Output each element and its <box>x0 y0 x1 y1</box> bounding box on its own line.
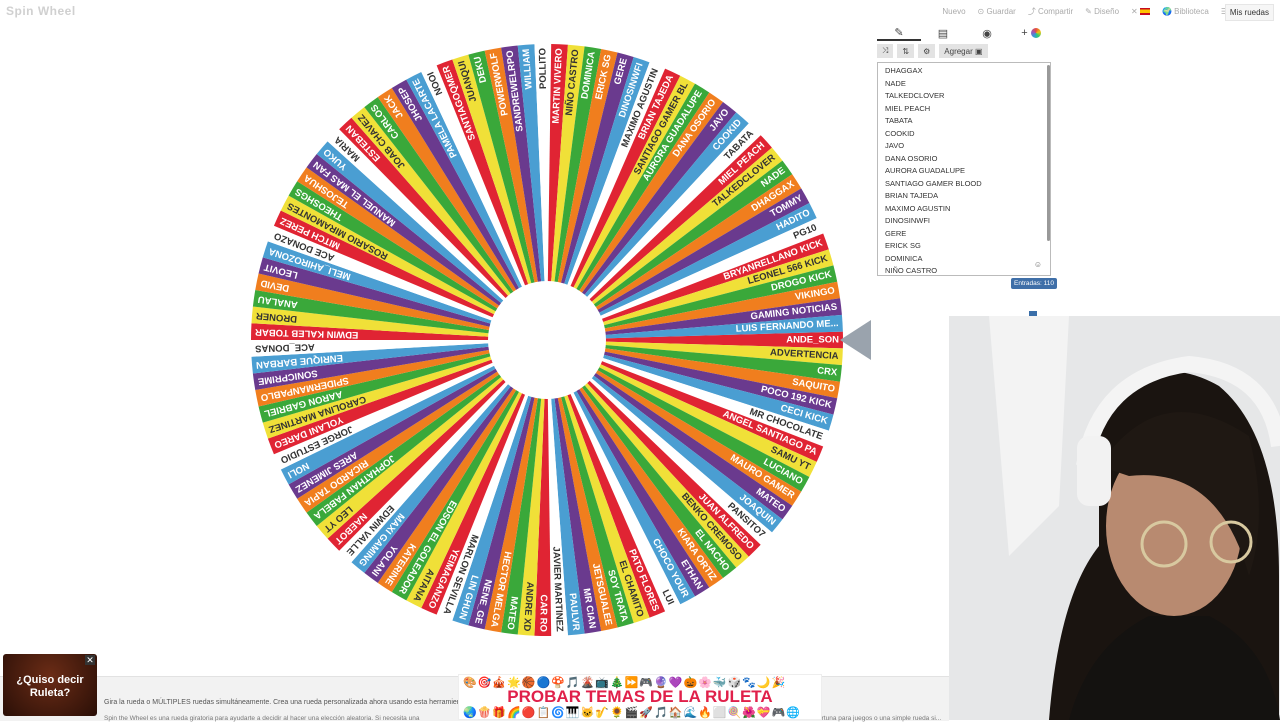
entry-item[interactable]: ERICK SG <box>885 240 1050 253</box>
promo-title: PROBAR TEMAS DE LA RULETA <box>507 687 773 706</box>
footer-line-1: Gira la rueda o MÚLTIPLES ruedas simultá… <box>104 699 467 706</box>
entries-textarea[interactable]: DHAGGAX NADE TALKEDCLOVER MIEL PEACH TABATA C… <box>877 62 1051 276</box>
streamer-webcam-image <box>949 316 1280 720</box>
entry-item[interactable]: NIÑO CASTRO <box>885 265 1050 275</box>
nav-new[interactable]: Nuevo <box>942 7 965 16</box>
my-wheels-button[interactable]: Mis ruedas <box>1224 4 1274 21</box>
wheel-slice-label: CRX <box>817 365 839 378</box>
language-selector[interactable]: ✕ <box>1131 7 1150 16</box>
entry-item[interactable]: JAVO <box>885 140 1050 153</box>
wheel-pointer <box>840 320 871 360</box>
entry-item[interactable]: MAXIMO AGUSTIN <box>885 203 1050 216</box>
color-wheel-icon <box>1030 28 1041 39</box>
nav-library-label: Biblioteca <box>1174 7 1209 16</box>
entry-item[interactable]: TABATA <box>885 115 1050 128</box>
entries-toolbar: ⤨ ⇅ ⚙ Agregar ▣ <box>877 44 1053 58</box>
entry-item[interactable]: NADE <box>885 78 1050 91</box>
nav-library[interactable]: 🌍 Biblioteca <box>1162 7 1209 16</box>
entry-list: DHAGGAX NADE TALKEDCLOVER MIEL PEACH TABATA C… <box>878 63 1050 275</box>
shuffle-icon[interactable]: ⤨ <box>877 44 894 58</box>
nav-design[interactable]: ✎ Diseño <box>1085 7 1119 16</box>
entries-panel: ✎ ▤ ◉ + ⤨ ⇅ ⚙ Agregar ▣ DHAGGAX NADE TALKE… <box>877 24 1053 276</box>
top-navigation: Nuevo ⊙ Guardar ⤴ Compartir ✎ Diseño ✕ 🌍… <box>942 6 1228 17</box>
footer-line-3: ortuna para juegos o una simple rueda si… <box>818 715 942 722</box>
wheel-slice-label: POLLITO <box>537 48 549 89</box>
entry-item[interactable]: DANA OSORIO <box>885 153 1050 166</box>
entry-item[interactable]: DOMINICA <box>885 253 1050 266</box>
nav-save-label: Guardar <box>986 7 1016 16</box>
hide-tab-eye-icon[interactable]: ◉ <box>965 27 1009 40</box>
wheel-slice-label: ANDE_SON <box>786 335 839 346</box>
webcam-overlay <box>949 316 1280 720</box>
edit-tab-pencil-icon[interactable]: ✎ <box>877 26 921 41</box>
entry-item[interactable]: GERE <box>885 228 1050 241</box>
scrollbar[interactable] <box>1047 65 1050 241</box>
wheel-slice-label: ACE_DONAS <box>255 341 315 354</box>
entries-count-badge: Entradas: 110 <box>1011 278 1057 289</box>
entry-item[interactable]: COOKID <box>885 128 1050 141</box>
panel-tabs: ✎ ▤ ◉ + <box>877 24 1053 42</box>
entry-item[interactable]: SANTIAGO GAMER BLOOD <box>885 178 1050 191</box>
promo-emojis-bottom: 🌏🍿🎁🌈🔴📋🌀🎹🐱🎷🌻🎬🚀🎵🏠🌊🔥⬜🍭🌺💝🎮🌐 <box>463 707 802 719</box>
nav-share-label: Compartir <box>1038 7 1074 16</box>
did-you-mean-popup[interactable]: ¿Quiso decir Ruleta? ✕ <box>3 654 97 716</box>
entry-item[interactable]: DHAGGAX <box>885 65 1050 78</box>
entry-item[interactable]: MIEL PEACH <box>885 103 1050 116</box>
add-wheel-icon[interactable]: + <box>1009 27 1053 39</box>
nav-save[interactable]: ⊙ Guardar <box>978 7 1016 16</box>
spain-flag-icon <box>1139 8 1150 16</box>
brand-logo[interactable]: Spin Wheel <box>6 4 76 18</box>
spin-wheel[interactable]: ANDE_SONADVERTENCIACRXSAQUITOPOCO 192 KI… <box>249 42 845 638</box>
settings-icon[interactable]: ⚙ <box>918 44 936 58</box>
entry-item[interactable]: TALKEDCLOVER <box>885 90 1050 103</box>
popup-text: ¿Quiso decir Ruleta? <box>16 674 84 699</box>
footer-line-2: Spin the Wheel es una rueda giratoria pa… <box>104 715 420 722</box>
entry-item[interactable]: DINOSINWFI <box>885 215 1050 228</box>
wheel-center[interactable] <box>488 281 606 399</box>
nav-design-label: Diseño <box>1094 7 1120 16</box>
add-image-button[interactable]: Agregar ▣ <box>939 44 988 58</box>
entry-item[interactable]: AURORA GUADALUPE <box>885 165 1050 178</box>
sort-icon[interactable]: ⇅ <box>897 44 915 58</box>
results-tab-clipboard-icon[interactable]: ▤ <box>921 27 965 40</box>
close-icon[interactable]: ✕ <box>85 655 95 665</box>
nav-share[interactable]: ⤴ Compartir <box>1028 6 1073 17</box>
themes-promo-banner[interactable]: 🎨🎯🎪🌟🏀🔵🍄🎵🌋📺🎄⏩🎮🔮💜🎃🌸🐳🎲🐾🌙🎉 PROBAR TEMAS DE L… <box>458 674 822 720</box>
wheel-slice-label: CAR RO <box>537 594 549 632</box>
add-image-label: Agregar <box>944 46 973 56</box>
emoji-icon[interactable]: ☺ <box>1034 260 1042 269</box>
entry-item[interactable]: BRIAN TAJEDA <box>885 190 1050 203</box>
